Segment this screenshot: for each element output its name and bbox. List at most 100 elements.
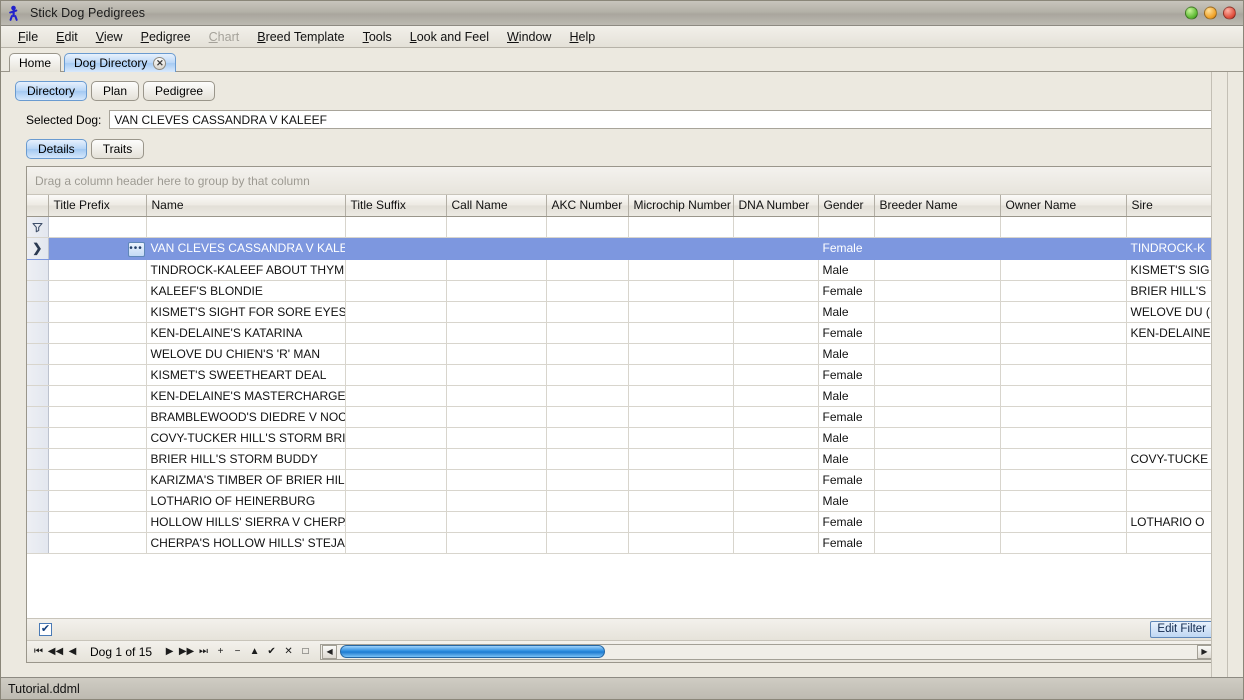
horizontal-scrollbar[interactable]: ◀ ▶ (320, 644, 1214, 660)
cell-title-prefix[interactable] (48, 343, 146, 364)
header-name[interactable]: Name (146, 195, 345, 216)
menu-tools[interactable]: Tools (354, 28, 401, 46)
cell-title-suffix[interactable] (345, 469, 446, 490)
filter-cell-gender[interactable] (818, 216, 874, 237)
cell-dna-number[interactable] (733, 364, 818, 385)
cell-akc-number[interactable] (546, 385, 628, 406)
cell-title-suffix[interactable] (345, 532, 446, 553)
cell-title-prefix[interactable]: ••• (48, 237, 146, 259)
cell-breeder-name[interactable] (874, 511, 1000, 532)
cell-sire[interactable] (1126, 427, 1217, 448)
cell-call-name[interactable] (446, 406, 546, 427)
group-by-drop-area[interactable]: Drag a column header here to group by th… (27, 167, 1217, 195)
cell-title-prefix[interactable] (48, 511, 146, 532)
nav-add-icon[interactable]: + (212, 643, 229, 661)
cell-owner-name[interactable] (1000, 301, 1126, 322)
menu-view[interactable]: View (87, 28, 132, 46)
cell-dna-number[interactable] (733, 532, 818, 553)
cell-breeder-name[interactable] (874, 490, 1000, 511)
cell-title-prefix[interactable] (48, 532, 146, 553)
cell-title-prefix[interactable] (48, 280, 146, 301)
cell-title-suffix[interactable] (345, 322, 446, 343)
cell-gender[interactable]: Female (818, 406, 874, 427)
cell-title-prefix[interactable] (48, 406, 146, 427)
cell-breeder-name[interactable] (874, 469, 1000, 490)
cell-name[interactable]: WELOVE DU CHIEN'S 'R' MAN (146, 343, 345, 364)
cell-title-prefix[interactable] (48, 364, 146, 385)
cell-dna-number[interactable] (733, 490, 818, 511)
edit-filter-button[interactable]: Edit Filter (1150, 621, 1213, 638)
cell-sire[interactable] (1126, 406, 1217, 427)
cell-title-suffix[interactable] (345, 364, 446, 385)
row-indicator[interactable] (27, 532, 48, 553)
cell-akc-number[interactable] (546, 364, 628, 385)
cell-microchip-number[interactable] (628, 322, 733, 343)
row-indicator[interactable] (27, 448, 48, 469)
cell-title-suffix[interactable] (345, 448, 446, 469)
cell-sire[interactable] (1126, 364, 1217, 385)
header-owner-name[interactable]: Owner Name (1000, 195, 1126, 216)
cell-owner-name[interactable] (1000, 448, 1126, 469)
header-dna-number[interactable]: DNA Number (733, 195, 818, 216)
nav-post-icon[interactable]: ✔ (263, 643, 280, 661)
cell-microchip-number[interactable] (628, 259, 733, 280)
menu-help[interactable]: Help (560, 28, 604, 46)
header-akc-number[interactable]: AKC Number (546, 195, 628, 216)
row-editor-ellipsis-button[interactable]: ••• (128, 242, 145, 257)
header-microchip-number[interactable]: Microchip Number (628, 195, 733, 216)
cell-call-name[interactable] (446, 259, 546, 280)
cell-owner-name[interactable] (1000, 406, 1126, 427)
cell-dna-number[interactable] (733, 237, 818, 259)
cell-call-name[interactable] (446, 490, 546, 511)
nav-last-icon[interactable]: ⏭ (195, 643, 212, 661)
cell-breeder-name[interactable] (874, 237, 1000, 259)
table-row[interactable]: ❯•••VAN CLEVES CASSANDRA V KALEEFFemaleT… (27, 237, 1217, 259)
cell-title-suffix[interactable] (345, 301, 446, 322)
cell-microchip-number[interactable] (628, 237, 733, 259)
cell-breeder-name[interactable] (874, 364, 1000, 385)
filter-cell-title-prefix[interactable] (48, 216, 146, 237)
horizontal-scrollbar-thumb[interactable] (340, 645, 605, 658)
cell-gender[interactable]: Female (818, 532, 874, 553)
table-row[interactable]: COVY-TUCKER HILL'S STORM BRIERMale (27, 427, 1217, 448)
cell-name[interactable]: BRAMBLEWOOD'S DIEDRE V NOCHEE II (146, 406, 345, 427)
cell-owner-name[interactable] (1000, 385, 1126, 406)
cell-akc-number[interactable] (546, 532, 628, 553)
cell-microchip-number[interactable] (628, 280, 733, 301)
row-indicator[interactable] (27, 406, 48, 427)
cell-akc-number[interactable] (546, 427, 628, 448)
cell-owner-name[interactable] (1000, 322, 1126, 343)
table-row[interactable]: KEN-DELAINE'S MASTERCHARGEMale (27, 385, 1217, 406)
cell-title-prefix[interactable] (48, 448, 146, 469)
header-title-suffix[interactable]: Title Suffix (345, 195, 446, 216)
cell-title-suffix[interactable] (345, 280, 446, 301)
cell-name[interactable]: CHERPA'S HOLLOW HILLS' STEJAN (146, 532, 345, 553)
filter-cell-breeder-name[interactable] (874, 216, 1000, 237)
cell-dna-number[interactable] (733, 406, 818, 427)
cell-breeder-name[interactable] (874, 427, 1000, 448)
cell-title-suffix[interactable] (345, 427, 446, 448)
cell-owner-name[interactable] (1000, 259, 1126, 280)
cell-name[interactable]: LOTHARIO OF HEINERBURG (146, 490, 345, 511)
tab-home[interactable]: Home (9, 53, 61, 72)
cell-gender[interactable]: Male (818, 343, 874, 364)
cell-title-suffix[interactable] (345, 490, 446, 511)
cell-name[interactable]: KALEEF'S BLONDIE (146, 280, 345, 301)
cell-title-suffix[interactable] (345, 259, 446, 280)
cell-akc-number[interactable] (546, 280, 628, 301)
filter-cell-owner-name[interactable] (1000, 216, 1126, 237)
nav-prev-icon[interactable]: ◀ (64, 643, 81, 661)
cell-name[interactable]: KEN-DELAINE'S MASTERCHARGE (146, 385, 345, 406)
cell-breeder-name[interactable] (874, 322, 1000, 343)
row-indicator[interactable] (27, 469, 48, 490)
cell-call-name[interactable] (446, 301, 546, 322)
tab-plan[interactable]: Plan (91, 81, 139, 101)
cell-akc-number[interactable] (546, 237, 628, 259)
cell-title-suffix[interactable] (345, 511, 446, 532)
nav-refresh-icon[interactable]: □ (297, 643, 314, 661)
menu-window[interactable]: Window (498, 28, 560, 46)
cell-owner-name[interactable] (1000, 343, 1126, 364)
cell-akc-number[interactable] (546, 490, 628, 511)
scroll-right-icon[interactable]: ▶ (1197, 645, 1212, 659)
tab-pedigree[interactable]: Pedigree (143, 81, 215, 101)
